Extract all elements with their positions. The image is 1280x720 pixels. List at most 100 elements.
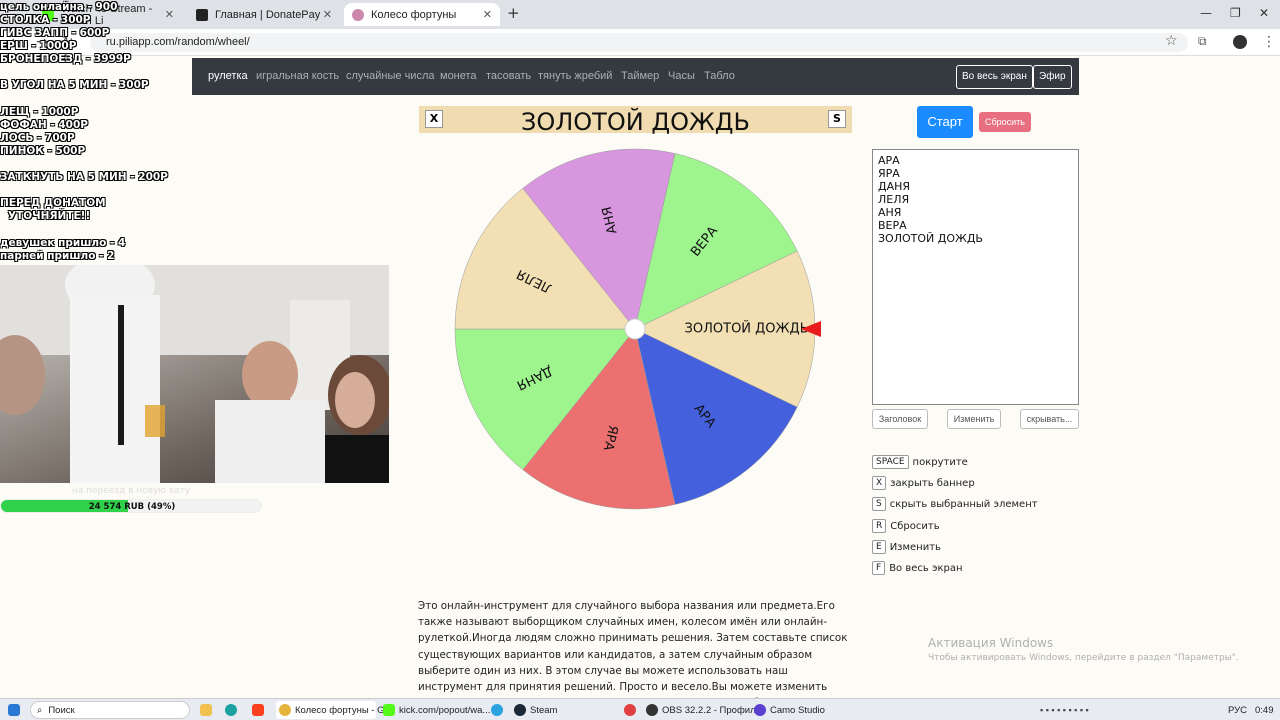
taskbar-app-label: OBS 32.2.2 - Профил... [662, 704, 764, 716]
windows-activation-watermark: Активация Windows Чтобы активировать Win… [928, 636, 1239, 663]
hide-button[interactable]: скрывать... [1020, 409, 1079, 429]
hotkey-f: F Во весь экран [872, 561, 963, 575]
taskbar-app-label: Колесо фортуны - G... [295, 704, 393, 716]
donatepay-icon [196, 8, 208, 21]
bookmark-star-icon[interactable]: ☆ [1165, 33, 1178, 49]
name-line: ДАНЯ [878, 180, 911, 193]
app-icon [624, 704, 636, 716]
nav-clock[interactable]: Часы [668, 70, 695, 82]
close-icon[interactable]: ✕ [165, 8, 174, 21]
windows-taskbar: ⌕ Поиск Колесо фортуны - G... kick.com/po… [0, 698, 1280, 720]
overlay-line: ПИНОК - 500Р [0, 145, 86, 157]
hide-item-button[interactable]: S [828, 110, 846, 128]
hotkey-key: E [872, 540, 886, 554]
url-field[interactable]: ru.piliapp.com/random/wheel/ [90, 33, 1188, 52]
taskbar-search[interactable]: ⌕ Поиск [30, 701, 190, 719]
yandex-button[interactable] [252, 701, 268, 719]
clock[interactable]: 0:49 [1255, 701, 1274, 719]
title-button[interactable]: Заголовок [872, 409, 928, 429]
system-tray[interactable]: ▪ ▪ ▪ ▪ ▪ ▪ ▪ ▪ ▪ [1040, 701, 1089, 719]
url-text: ru.piliapp.com/random/wheel/ [106, 36, 250, 48]
hotkey-label: Во весь экран [889, 562, 963, 574]
watermark-title: Активация Windows [928, 636, 1054, 650]
telegram-button[interactable] [491, 701, 507, 719]
edge-icon [225, 704, 237, 716]
donation-goal-caption: на переезд в новую хату [71, 486, 191, 496]
nav-shuffle[interactable]: тасовать [486, 70, 531, 82]
overlay-line: парней пришло - 2 [0, 250, 115, 262]
webcam-image [0, 265, 389, 483]
hotkey-label: Сбросить [890, 520, 940, 532]
overlay-line: цель онлайна - 900 [0, 1, 118, 13]
tab-donatepay[interactable]: Главная | DonatePay ✕ [188, 3, 340, 26]
hotkey-label: покрутите [912, 456, 968, 468]
overlay-line: УТОЧНЯЙТЕ!! [8, 210, 91, 222]
description-text: Это онлайн-инструмент для случайного выб… [418, 600, 848, 709]
tab-wheel[interactable]: Колесо фортуны ✕ [344, 3, 500, 26]
menu-icon[interactable]: ⋮ [1262, 34, 1276, 50]
hotkey-key: SPACE [872, 455, 909, 469]
new-tab-button[interactable]: + [507, 4, 520, 22]
kick-icon [383, 704, 395, 716]
taskbar-app-label: Steam [530, 704, 558, 716]
steam-icon [514, 704, 526, 716]
nav-dice[interactable]: игральная кость [256, 70, 339, 82]
overlay-line: БРОНЕПОЕЗД - 3999Р [0, 53, 131, 65]
taskbar-app-obs[interactable]: OBS 32.2.2 - Профил... [646, 701, 764, 719]
site-nav: рулетка игральная кость случайные числа … [192, 58, 1079, 95]
hotkey-key: S [872, 497, 886, 511]
tab-label: Главная | DonatePay [215, 8, 321, 21]
piliapp-icon [352, 8, 364, 21]
taskbar-app-camo[interactable]: Camo Studio [754, 701, 825, 719]
nav-scoreboard[interactable]: Табло [704, 70, 735, 82]
search-label: Поиск [48, 704, 75, 716]
name-line: ЛЕЛЯ [878, 193, 910, 206]
extensions-icon[interactable]: ⧉ [1198, 34, 1207, 49]
taskbar-app-kick[interactable]: kick.com/popout/wa... [383, 701, 490, 719]
live-button[interactable]: Эфир [1033, 65, 1072, 89]
file-explorer-button[interactable] [200, 701, 216, 719]
banner-title: ЗОЛОТОЙ ДОЖДЬ [520, 108, 751, 136]
hotkey-key: X [872, 476, 887, 490]
hotkey-label: Изменить [889, 541, 941, 553]
start-menu-button[interactable] [8, 701, 24, 719]
close-icon[interactable]: ✕ [323, 8, 332, 21]
close-icon[interactable]: ✕ [483, 8, 492, 21]
camo-icon [754, 704, 766, 716]
chrome-icon [279, 704, 291, 716]
obs-icon [646, 704, 658, 716]
profile-avatar[interactable] [1233, 35, 1247, 49]
name-line: ЯРА [878, 167, 900, 180]
address-bar: ← → ↻ ru.piliapp.com/random/wheel/ ☆ ⧉ ⋮ [0, 29, 1280, 56]
red-app-button[interactable] [624, 701, 640, 719]
minimize-button[interactable]: — [1200, 6, 1212, 20]
taskbar-app-chrome[interactable]: Колесо фортуны - G... [276, 701, 392, 719]
taskbar-app-steam[interactable]: Steam [514, 701, 557, 719]
nav-roulette[interactable]: рулетка [208, 70, 248, 82]
yandex-icon [252, 704, 264, 716]
name-line: ЗОЛОТОЙ ДОЖДЬ [878, 232, 983, 245]
start-button[interactable]: Старт [917, 106, 973, 138]
hotkey-key: F [872, 561, 886, 575]
fortune-wheel[interactable]: ЗОЛОТОЙ ДОЖДЬАРАЯРАДАНЯЛЕЛЯАНЯВЕРА [445, 144, 825, 514]
fullscreen-button[interactable]: Во весь экран [956, 65, 1033, 89]
edge-button[interactable] [225, 701, 241, 719]
nav-timer[interactable]: Таймер [621, 70, 659, 82]
hotkey-space: SPACE покрутите [872, 455, 968, 469]
donation-goal-label: 24 574 RUB (49%) [88, 502, 176, 512]
overlay-line: ЕРШ - 1000Р [0, 40, 77, 52]
hotkey-x: Xзакрыть баннер [872, 476, 975, 490]
restore-button[interactable]: ❐ [1230, 6, 1241, 20]
overlay-line: ПЕРЕД ДОНАТОМ [0, 197, 106, 209]
names-textarea[interactable]: АРА ЯРА ДАНЯ ЛЕЛЯ АНЯ ВЕРА ЗОЛОТОЙ ДОЖДЬ [872, 149, 1079, 405]
hotkey-s: Sскрыть выбранный элемент [872, 497, 1038, 511]
taskbar-app-label: Camo Studio [770, 704, 825, 716]
language-indicator[interactable]: РУС [1228, 701, 1247, 719]
close-window-button[interactable]: ✕ [1259, 6, 1269, 20]
nav-random-numbers[interactable]: случайные числа [346, 70, 434, 82]
nav-draw-lots[interactable]: тянуть жребий [538, 70, 612, 82]
browser-tabbar: Watch 43 Stream - Watch Li ✕ Главная | D… [0, 0, 1280, 29]
edit-button[interactable]: Изменить [947, 409, 1001, 429]
nav-coin[interactable]: монета [440, 70, 477, 82]
reset-button[interactable]: Сбросить [979, 112, 1031, 132]
